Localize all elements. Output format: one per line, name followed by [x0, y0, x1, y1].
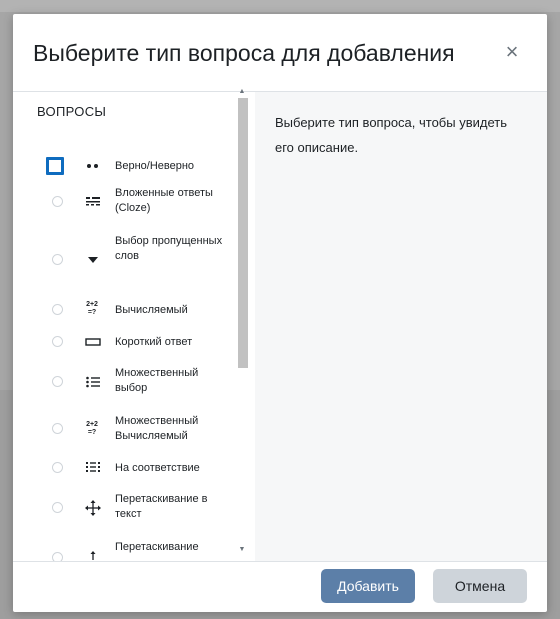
question-option-cloze[interactable]: Вложенные ответы (Cloze) — [33, 180, 243, 224]
question-option-shortanswer[interactable]: Короткий ответ — [33, 326, 243, 358]
question-type-dialog: Выберите тип вопроса для добавления × ВО… — [13, 14, 547, 612]
dropdown-arrow-icon — [85, 255, 101, 265]
option-label: Перетаскивание в текст — [115, 493, 208, 520]
option-radio[interactable] — [52, 336, 63, 347]
dialog-header: Выберите тип вопроса для добавления × — [13, 14, 547, 92]
question-option-ddwtos[interactable]: Перетаскивание в текст — [33, 484, 243, 532]
option-radio[interactable] — [52, 196, 63, 207]
option-radio[interactable] — [52, 304, 63, 315]
question-option-gapselect[interactable]: Выбор пропущенных слов — [33, 226, 243, 294]
description-panel: Выберите тип вопроса, чтобы увидеть его … — [255, 92, 547, 561]
question-options-list: ВОПРОСЫ Верно/Неверно Вложенные ответы (… — [33, 92, 254, 561]
option-label: Вычисляемый — [115, 304, 188, 316]
section-title-questions: ВОПРОСЫ — [37, 104, 107, 119]
scroll-down-arrow-icon[interactable]: ▼ — [238, 546, 246, 554]
option-label: Короткий ответ — [115, 336, 193, 348]
close-icon[interactable]: × — [501, 41, 523, 63]
add-button[interactable]: Добавить — [321, 569, 415, 603]
option-radio[interactable] — [52, 502, 63, 513]
question-option-calculated[interactable]: 2+2 =? Вычисляемый — [33, 294, 243, 326]
description-text: Выберите тип вопроса, чтобы увидеть его … — [275, 115, 507, 155]
dialog-footer: Добавить Отмена — [13, 561, 547, 612]
option-radio[interactable] — [52, 254, 63, 265]
scroll-up-arrow-icon[interactable]: ▲ — [238, 88, 246, 96]
question-option-calculatedmulti[interactable]: 2+2 =? Множественный Вычисляемый — [33, 406, 243, 452]
option-radio[interactable] — [52, 552, 63, 561]
option-radio[interactable] — [52, 376, 63, 387]
dialog-title: Выберите тип вопроса для добавления — [33, 40, 455, 66]
option-radio[interactable] — [52, 423, 63, 434]
scroll-thumb[interactable] — [238, 98, 248, 368]
option-label: Множественный Вычисляемый — [115, 415, 199, 442]
option-label: На соответствие — [115, 462, 200, 474]
short-answer-icon — [85, 337, 101, 347]
drag-move-icon — [85, 500, 101, 516]
multichoice-icon — [85, 376, 101, 388]
page-background-top — [0, 0, 560, 12]
cancel-button[interactable]: Отмена — [433, 569, 527, 603]
option-label: Вложенные ответы (Cloze) — [115, 187, 213, 214]
option-label: Перетаскивание — [115, 541, 199, 553]
question-option-ddimage[interactable]: Перетаскивание — [33, 532, 243, 561]
option-radio[interactable] — [46, 157, 64, 175]
option-label: Множественный выбор — [115, 367, 199, 394]
question-option-truefalse[interactable]: Верно/Неверно — [33, 152, 243, 180]
question-option-match[interactable]: На соответствие — [33, 452, 243, 484]
true-false-icon — [85, 161, 101, 171]
option-label: Выбор пропущенных слов — [115, 235, 223, 262]
cloze-icon — [85, 195, 101, 207]
question-option-multichoice[interactable]: Множественный выбор — [33, 358, 243, 406]
drag-icon — [85, 550, 101, 560]
option-radio[interactable] — [52, 462, 63, 473]
matching-icon — [85, 461, 101, 473]
calculated-multi-icon: 2+2 =? — [86, 421, 98, 436]
options-scrollbar[interactable]: ▲ ▼ — [236, 86, 248, 561]
option-label: Верно/Неверно — [115, 160, 195, 172]
calculated-icon: 2+2 =? — [86, 301, 98, 316]
